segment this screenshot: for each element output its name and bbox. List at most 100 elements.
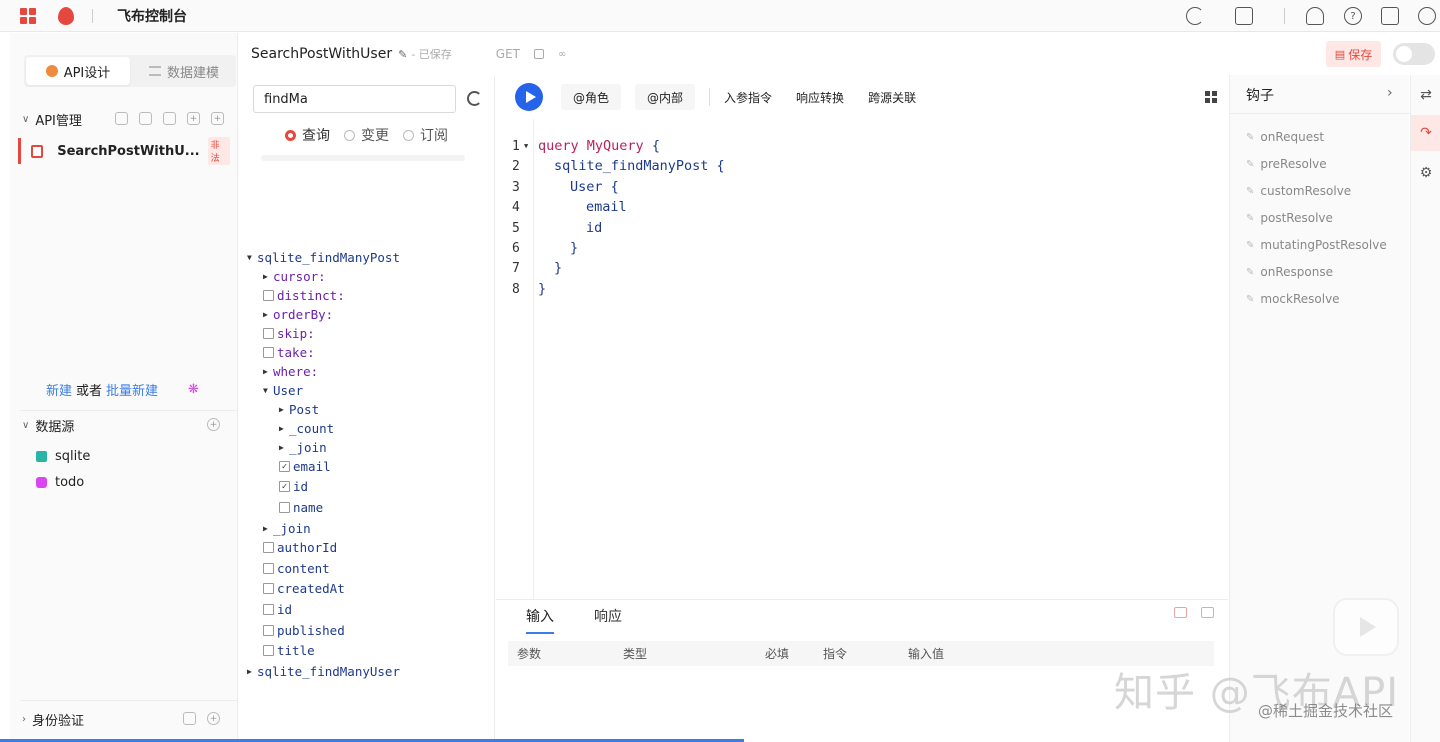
checkbox[interactable] <box>263 625 274 636</box>
tree-node[interactable]: skip: <box>263 324 315 343</box>
auth-section[interactable]: › 身份验证 <box>22 710 84 729</box>
api-management-section[interactable]: ∨ API管理 <box>22 110 82 129</box>
caret-down-icon[interactable]: ▼ <box>247 253 257 262</box>
run-button[interactable] <box>515 83 543 111</box>
hook-item[interactable]: ✎ mutatingPostResolve <box>1246 238 1387 252</box>
refresh-icon[interactable] <box>139 112 152 125</box>
add-icon[interactable]: + <box>207 712 220 725</box>
tree-node[interactable]: ▶ sqlite_findManyUser <box>247 662 400 681</box>
tree-node[interactable]: ▼ User <box>263 381 303 400</box>
tab-input[interactable]: 输入 <box>526 606 554 634</box>
apps-grid-icon[interactable] <box>20 7 36 24</box>
settings-gear-icon[interactable]: ⚙ <box>1411 155 1440 191</box>
code-editor[interactable]: 1 ▼ 2 3 4 5 6 7 8 query MyQuery {sqlite_findMany… <box>496 119 1228 599</box>
tree-node[interactable]: ▼ sqlite_findManyPost <box>247 248 400 267</box>
help-icon[interactable]: ? <box>1344 7 1362 25</box>
batch-new-link[interactable]: 批量新建 <box>106 380 158 399</box>
input-directive-button[interactable]: 入参指令 <box>712 84 784 110</box>
tree-node[interactable]: ▶ Post <box>279 400 319 419</box>
horizontal-scrollbar[interactable] <box>261 155 465 161</box>
save-button[interactable]: ▤ 保存 <box>1326 41 1381 67</box>
tab-api-design[interactable]: API设计 <box>26 57 130 85</box>
datasource-item-sqlite[interactable]: sqlite <box>36 449 90 464</box>
checkbox[interactable]: ✓ <box>279 461 290 472</box>
radio-mutation[interactable]: 变更 <box>344 125 389 145</box>
chevron-right-icon[interactable]: › <box>1387 85 1393 101</box>
tree-node[interactable]: ▶ _count <box>279 419 334 438</box>
checkbox[interactable] <box>279 502 290 513</box>
copy-icon[interactable] <box>534 49 544 59</box>
checkbox[interactable] <box>263 542 274 553</box>
caret-right-icon[interactable]: ▶ <box>263 272 273 281</box>
document-icon[interactable] <box>1235 7 1253 25</box>
sort-icon[interactable] <box>115 112 128 125</box>
tree-node[interactable]: ▶ _join <box>279 438 327 457</box>
caret-right-icon[interactable]: ▶ <box>263 367 273 376</box>
checkbox[interactable] <box>263 347 274 358</box>
tree-node[interactable]: ▶ orderBy: <box>263 305 333 324</box>
tree-node[interactable]: authorId <box>263 538 337 557</box>
tree-node[interactable]: ✓ id <box>279 477 308 496</box>
user-icon[interactable] <box>183 712 196 725</box>
target-icon[interactable] <box>163 112 176 125</box>
edit-icon[interactable]: ✎ <box>398 48 407 61</box>
publish-toggle[interactable] <box>1393 43 1435 65</box>
hook-item[interactable]: ✎ mockResolve <box>1246 292 1340 306</box>
checkbox[interactable]: ✓ <box>279 481 290 492</box>
tree-node[interactable]: content <box>263 559 330 578</box>
hook-item[interactable]: ✎ postResolve <box>1246 211 1333 225</box>
fold-icon[interactable]: ▼ <box>524 142 528 150</box>
refresh-icon[interactable] <box>467 91 482 106</box>
internal-button[interactable]: @内部 <box>635 84 696 110</box>
datasource-item-todo[interactable]: todo <box>36 475 84 490</box>
tree-node[interactable]: createdAt <box>263 579 345 598</box>
link-icon[interactable]: ∞ <box>558 49 566 60</box>
new-link[interactable]: 新建 <box>46 380 72 399</box>
role-button[interactable]: @角色 <box>561 84 622 110</box>
add-icon[interactable]: + <box>187 112 200 125</box>
caret-right-icon[interactable]: ▶ <box>263 524 273 533</box>
checkbox[interactable] <box>263 563 274 574</box>
tree-node[interactable]: take: <box>263 343 315 362</box>
tree-node[interactable]: distinct: <box>263 286 345 305</box>
api-item[interactable]: SearchPostWithU... 非法 <box>18 137 230 165</box>
tree-node[interactable]: name <box>279 498 323 517</box>
add-folder-icon[interactable]: + <box>211 112 224 125</box>
hook-icon[interactable]: ↷ <box>1411 115 1440 151</box>
message-icon[interactable] <box>1381 7 1399 25</box>
refresh-icon[interactable] <box>1186 7 1204 25</box>
checkbox[interactable] <box>263 583 274 594</box>
hook-item[interactable]: ✎ onRequest <box>1246 130 1324 144</box>
radio-subscription[interactable]: 订阅 <box>403 125 448 145</box>
tree-node[interactable]: ▶ where: <box>263 362 318 381</box>
caret-right-icon[interactable]: ▶ <box>279 405 289 414</box>
tree-node[interactable]: ▶ _join <box>263 519 311 538</box>
github-icon[interactable] <box>1306 7 1324 25</box>
radio-query[interactable]: 查询 <box>285 125 330 145</box>
checkbox[interactable] <box>263 604 274 615</box>
tree-node[interactable]: ▶ cursor: <box>263 267 326 286</box>
tree-node[interactable]: published <box>263 621 345 640</box>
tree-node[interactable]: ✓ email <box>279 457 331 476</box>
hook-item[interactable]: ✎ preResolve <box>1246 157 1327 171</box>
search-input[interactable]: findMa <box>253 85 456 113</box>
caret-right-icon[interactable]: ▶ <box>279 443 289 452</box>
datasource-section[interactable]: ∨ 数据源 <box>22 416 74 435</box>
fullscreen-icon[interactable] <box>1205 91 1217 103</box>
hook-item[interactable]: ✎ customResolve <box>1246 184 1351 198</box>
checkbox[interactable] <box>263 328 274 339</box>
add-icon[interactable]: + <box>207 418 220 431</box>
panel-icon[interactable] <box>1201 607 1214 618</box>
tree-node[interactable]: id <box>263 600 292 619</box>
response-transform-button[interactable]: 响应转换 <box>784 84 856 110</box>
settings-gear-icon[interactable] <box>1418 7 1436 25</box>
cross-source-button[interactable]: 跨源关联 <box>856 84 928 110</box>
gear-icon[interactable]: ❋ <box>188 382 199 397</box>
caret-right-icon[interactable]: ▶ <box>247 667 257 676</box>
caret-down-icon[interactable]: ▼ <box>263 386 273 395</box>
hook-item[interactable]: ✎ onResponse <box>1246 265 1333 279</box>
tree-node[interactable]: title <box>263 641 315 660</box>
caret-right-icon[interactable]: ▶ <box>263 310 273 319</box>
tab-response[interactable]: 响应 <box>594 606 622 634</box>
tab-data-modeling[interactable]: 数据建模 <box>132 55 236 87</box>
